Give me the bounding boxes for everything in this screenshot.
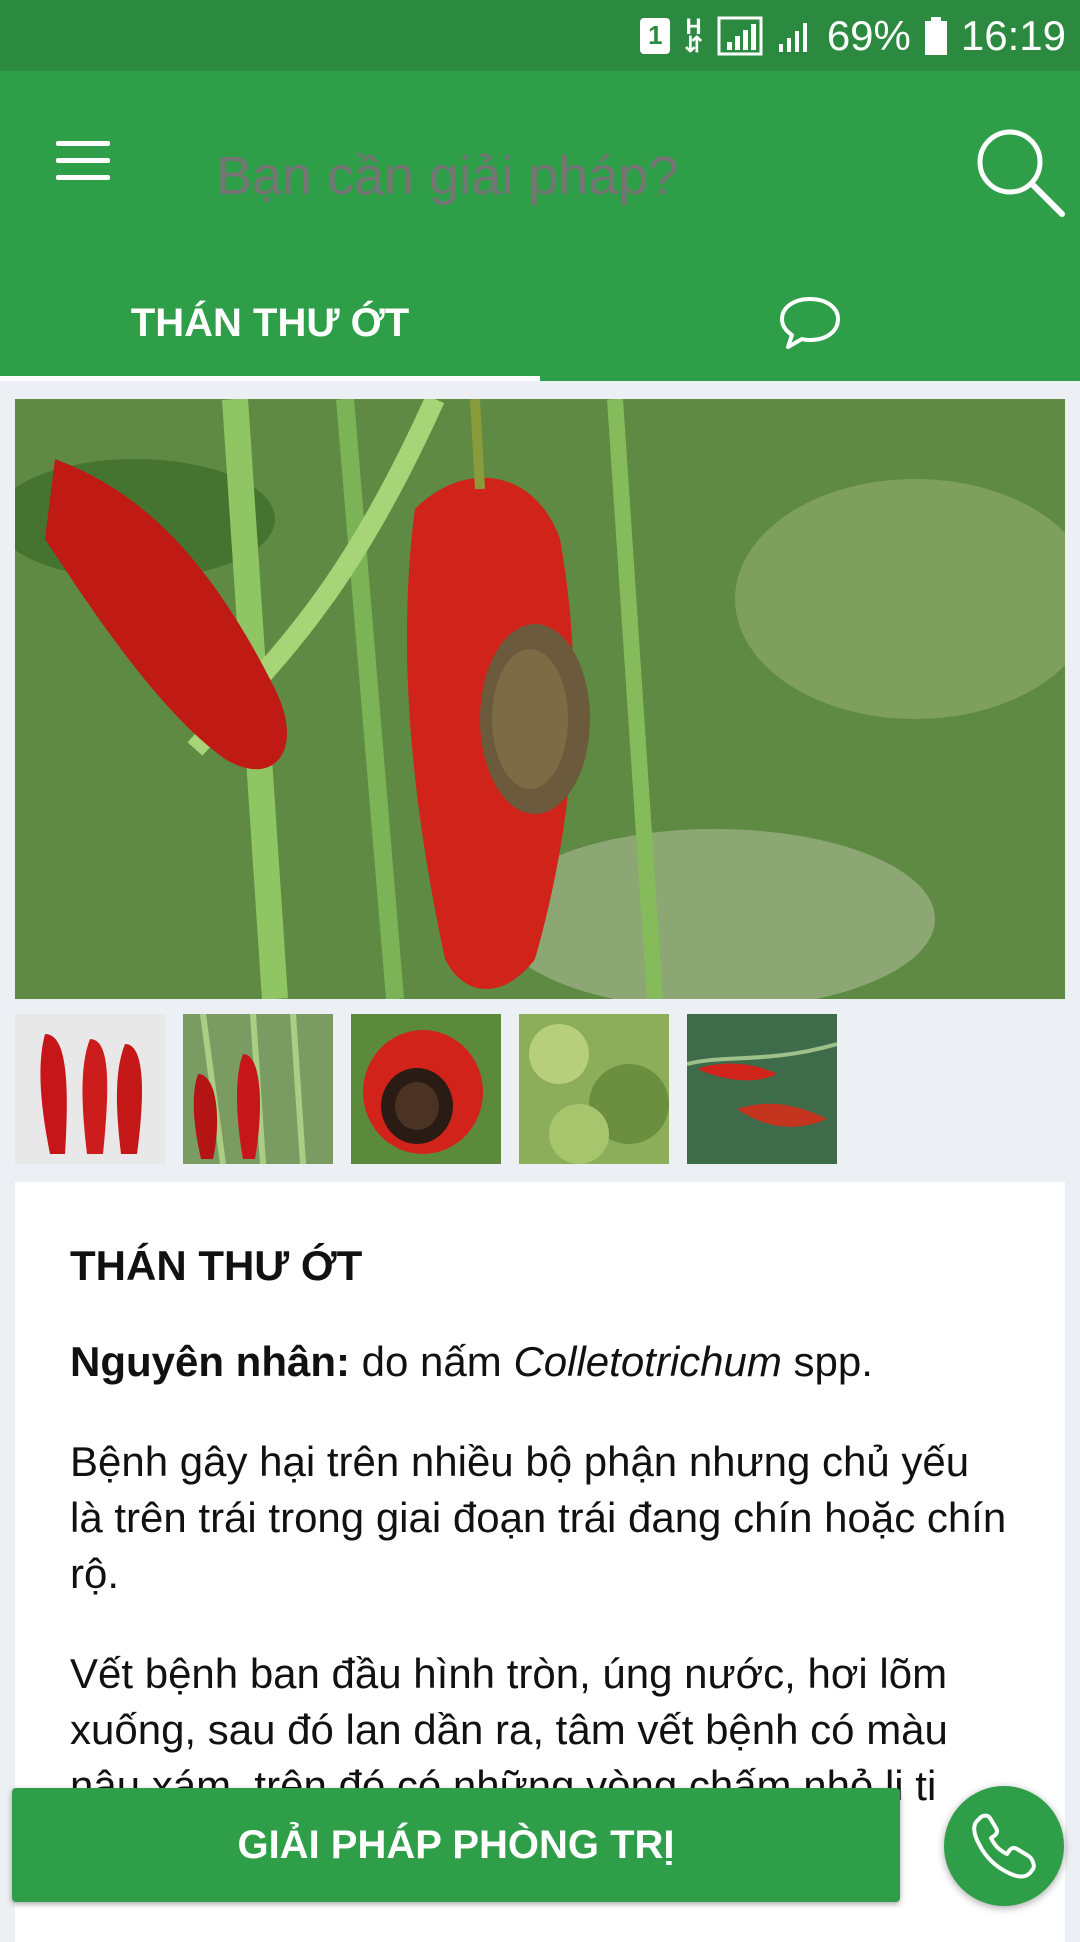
main-photo[interactable] (15, 399, 1065, 999)
comment-icon (780, 297, 840, 349)
battery-icon (924, 16, 947, 55)
cause-text: do nấm (350, 1338, 514, 1385)
thumbnail[interactable] (15, 1014, 165, 1164)
article-paragraph-1: Bệnh gây hại trên nhiều bộ phận nhưng ch… (70, 1438, 1007, 1597)
article-title: THÁN THƯ ỚT (70, 1242, 363, 1289)
thumbnail[interactable] (687, 1014, 837, 1164)
call-button[interactable] (944, 1786, 1064, 1906)
cause-label: Nguyên nhân: (70, 1338, 350, 1385)
search-icon[interactable] (964, 116, 1074, 226)
treatment-solution-button[interactable]: GIẢI PHÁP PHÒNG TRỊ (12, 1788, 900, 1902)
signal-icon (717, 16, 763, 56)
battery-percent: 69% (826, 11, 911, 59)
thumbnail[interactable] (351, 1014, 501, 1164)
phone-icon (972, 1813, 1036, 1879)
app-header: THÁN THƯ ỚT (0, 71, 1080, 381)
cause-species: Colletotrichum (513, 1338, 782, 1385)
thumbnail[interactable] (519, 1014, 669, 1164)
active-tab-indicator (0, 376, 540, 381)
clock: 16:19 (960, 11, 1066, 59)
tab-info[interactable]: THÁN THƯ ỚT (0, 270, 540, 376)
thumbnail[interactable] (183, 1014, 333, 1164)
cause-suffix: spp. (781, 1338, 873, 1385)
menu-icon[interactable] (50, 131, 116, 191)
cause-paragraph: Nguyên nhân: do nấm Colletotrichum spp. (70, 1334, 1010, 1390)
tab-comments[interactable] (540, 270, 1080, 376)
search-input[interactable] (216, 126, 916, 226)
sim-icon: 1 (640, 17, 671, 54)
signal-icon-2 (777, 18, 813, 54)
network-h-icon: H ⇵ (684, 13, 703, 57)
status-bar: 1 H ⇵ 69% 16:19 (0, 0, 1080, 71)
